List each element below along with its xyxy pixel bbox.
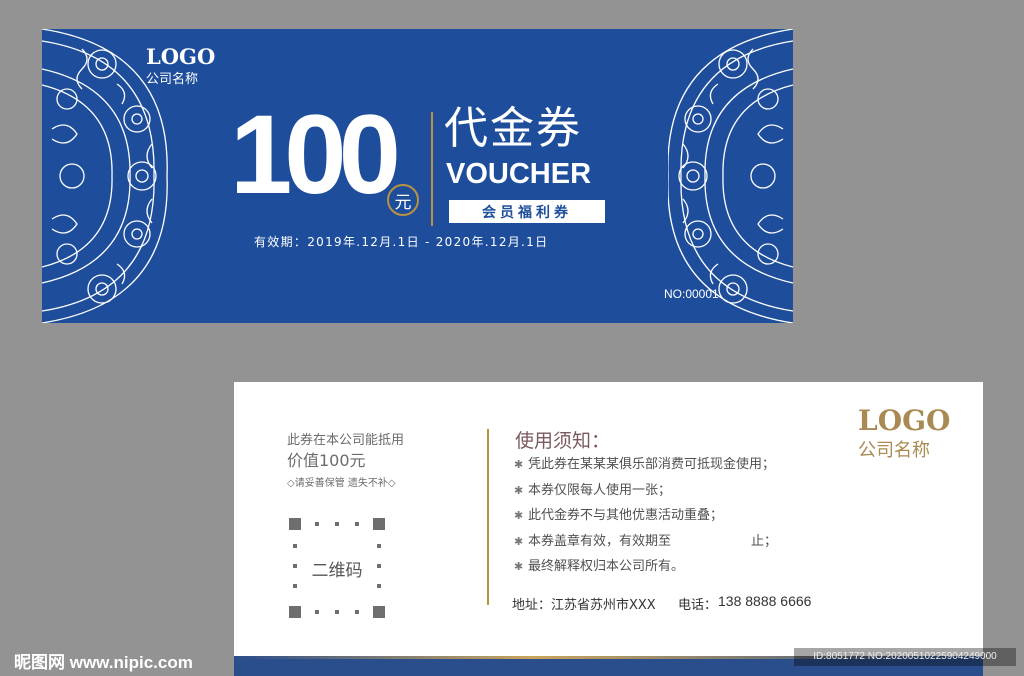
phone-number: 138 8888 6666 (718, 593, 812, 609)
bullet-icon: ✱ (514, 483, 524, 497)
usage-rule: ✱ 本券仅限每人使用一张； (514, 482, 672, 498)
front-logo: LOGO (146, 44, 216, 69)
qr-code-label: 二维码 (311, 561, 363, 581)
care-note: ◇请妥善保管 遗失不补◇ (287, 478, 396, 489)
back-divider (487, 429, 489, 605)
back-logo: LOGO (858, 404, 951, 437)
bullet-icon: ✱ (514, 534, 524, 548)
watermark-site: 昵图网 www.nipic.com (14, 653, 193, 672)
voucher-amount: 100 (230, 92, 401, 217)
qr-corner-icon (373, 606, 385, 618)
bullet-icon: ✱ (514, 458, 524, 471)
bullet-icon: ✱ (514, 560, 524, 573)
bullet-icon: ✱ (514, 509, 524, 522)
voucher-title-en: VOUCHER (446, 158, 592, 190)
voucher-title-cn: 代金券 (444, 103, 582, 154)
watermark-id: ID:8051772 NO:20200510225904249000 (794, 648, 1016, 666)
voucher-back: 此券在本公司能抵用 价值100元 ◇请妥善保管 遗失不补◇ 二维码 使用须知： … (234, 382, 983, 676)
address: 地址：江苏省苏州市XXX (512, 598, 656, 613)
usage-rules-list: ✱ 凭此券在某某某俱乐部消费可抵现金使用； ✱ 本券仅限每人使用一张； ✱ 此代金券不… (514, 456, 777, 584)
back-company-name: 公司名称 (858, 440, 930, 461)
value-description: 此券在本公司能抵用 (287, 433, 405, 448)
floral-pattern-right (668, 29, 793, 323)
usage-rules-title: 使用须知： (515, 430, 611, 452)
qr-corner-icon (289, 606, 301, 618)
validity-period: 有效期：2019年.12月.1日 - 2020年.12月.1日 (254, 235, 549, 249)
qr-corner-icon (289, 518, 301, 530)
voucher-front: LOGO 公司名称 100 元 代金券 VOUCHER 会员福利券 有效期：20… (42, 29, 793, 323)
usage-rule: ✱ 本券盖章有效，有效期至 止； (514, 533, 778, 549)
qr-corner-icon (373, 518, 385, 530)
serial-number: NO:00001 (664, 287, 719, 301)
qr-code-placeholder: 二维码 (289, 518, 385, 618)
member-benefit-badge: 会员福利券 (449, 200, 605, 223)
front-divider (431, 112, 433, 226)
yuan-badge: 元 (387, 184, 419, 216)
front-company-name: 公司名称 (146, 72, 199, 87)
usage-rule: ✱ 凭此券在某某某俱乐部消费可抵现金使用； (514, 457, 776, 472)
phone-label: 电话： (678, 598, 718, 613)
usage-rule: ✱ 最终解释权归本公司所有。 (514, 559, 685, 574)
value-amount: 价值100元 (287, 451, 366, 470)
usage-rule: ✱ 此代金券不与其他优惠活动重叠； (514, 508, 724, 523)
